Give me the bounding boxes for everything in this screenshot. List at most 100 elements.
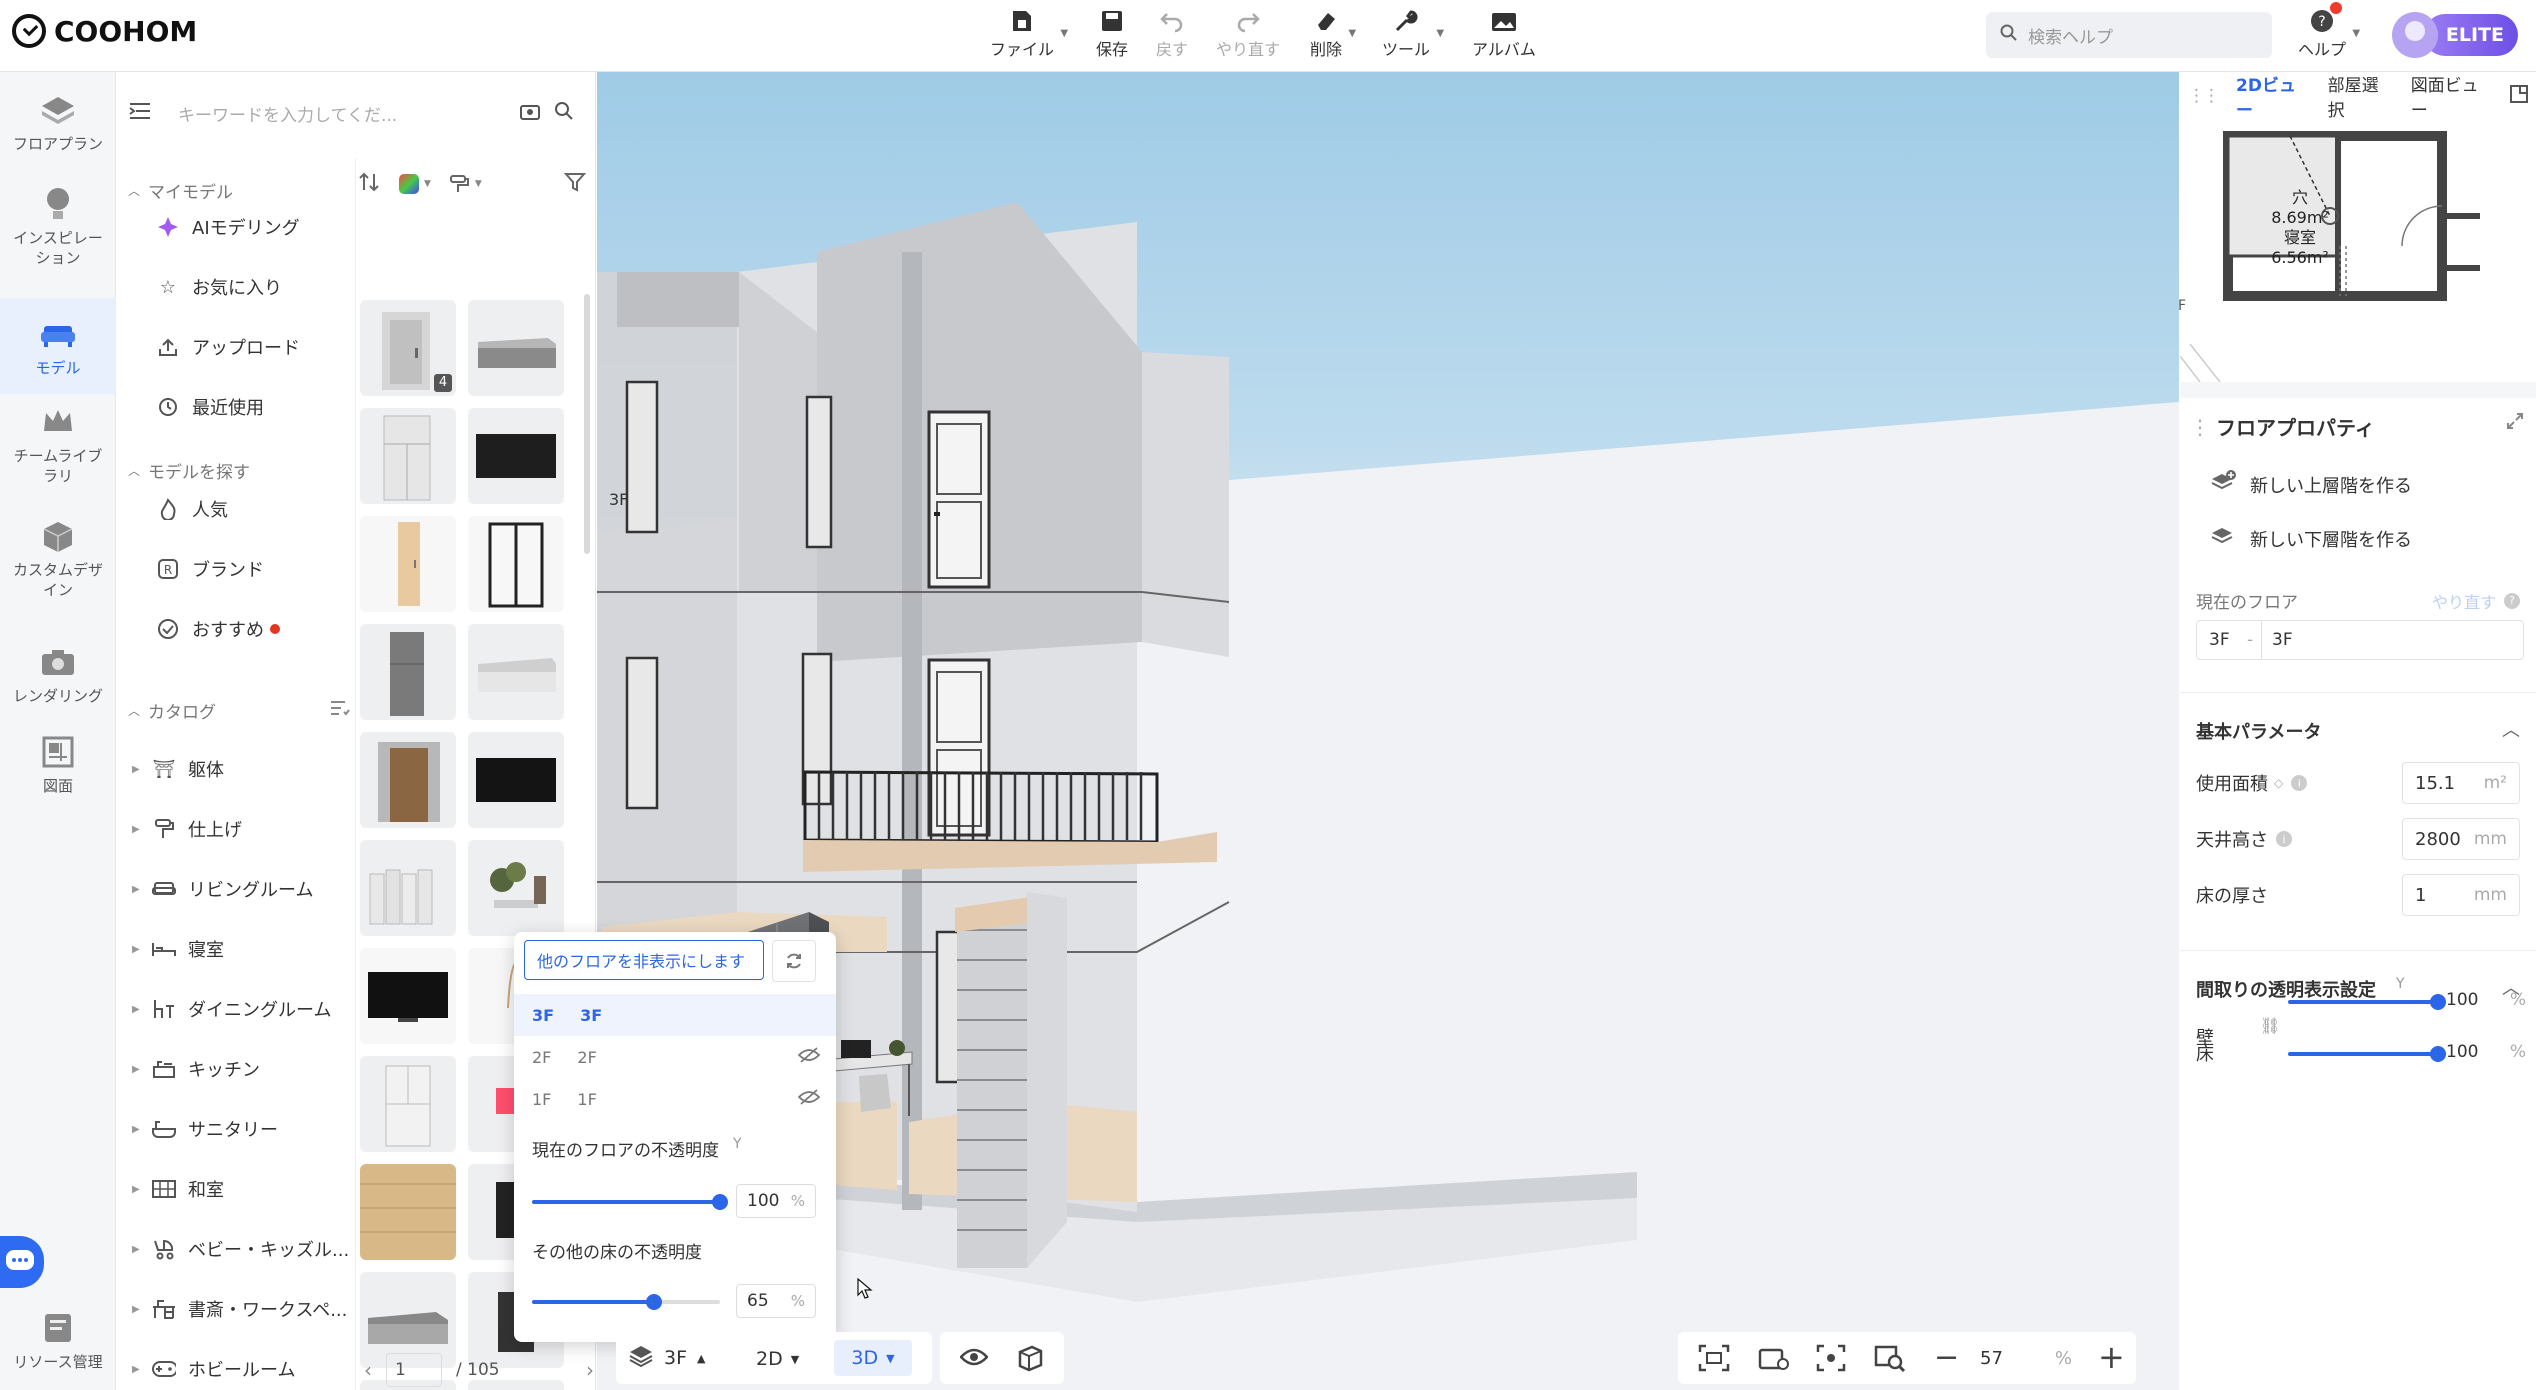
ceiling-height-input[interactable]: 2800 mm [2402,818,2520,860]
find-models-header[interactable]: ︿ モデルを探す [128,458,250,483]
catalog-header[interactable]: ︿ カタログ [128,698,350,723]
rail-item-inspiration[interactable]: インスピレーション [0,184,116,268]
model-thumbnail[interactable] [468,408,564,504]
nav-catalog-dining[interactable]: ダイニングルーム [152,996,331,1022]
hide-other-floors-button[interactable]: 他のフロアを非表示にします [524,940,764,980]
rail-item-model[interactable]: モデル [0,298,116,394]
style-filter-icon[interactable]: ▼ [449,173,482,195]
current-floor-select[interactable]: 3F - 3F [2196,620,2524,660]
prev-page-icon[interactable]: ‹ [364,1358,372,1382]
sort-icon[interactable] [358,171,380,198]
model-thumbnail[interactable] [360,624,456,720]
model-thumbnail[interactable] [468,300,564,396]
floorplan-minimap[interactable] [2180,116,2536,382]
file-menu-button[interactable]: ファイル ▼ [990,6,1068,60]
model-thumbnail[interactable] [360,1164,456,1260]
redo-button[interactable]: やり直す [1216,6,1280,60]
nav-upload[interactable]: アップロード [156,334,300,360]
nav-catalog-living[interactable]: リビングルーム [152,876,313,902]
wall-transparency-slider[interactable] [2288,994,2446,1010]
image-search-icon[interactable] [520,102,540,125]
collapse-panel-icon[interactable] [128,100,154,127]
model-thumbnail[interactable] [468,732,564,828]
tab-drawing-view[interactable]: 図面ビュー [2411,71,2492,121]
chat-support-button[interactable] [0,1236,44,1288]
model-thumbnail[interactable] [360,408,456,504]
cube-view-icon[interactable] [1016,1344,1044,1377]
floor-transparency-input[interactable]: 100% [2446,1036,2526,1068]
next-page-icon[interactable]: › [586,1358,594,1382]
floor-selector[interactable]: 3F ▲ [628,1340,738,1376]
drag-handle-icon[interactable]: ⋮ [2190,415,2210,439]
model-thumbnail[interactable] [468,624,564,720]
wall-transparency-input[interactable]: 100% [2446,984,2526,1016]
eye-hidden-icon[interactable] [797,1089,821,1109]
nav-favorites[interactable]: ☆ お気に入り [156,274,282,300]
nav-catalog-hobby[interactable]: ホビールーム [152,1356,295,1382]
nav-catalog-baby-kids[interactable]: ベビー・キッズル... [152,1236,349,1262]
model-thumbnail[interactable] [468,516,564,612]
redo-link[interactable]: やり直す [2432,589,2496,613]
zoom-in-icon[interactable]: + [2098,1338,2125,1376]
save-button[interactable]: 保存 [1096,6,1128,60]
model-thumbnail[interactable] [360,516,456,612]
undo-button[interactable]: 戻す [1156,6,1188,60]
tab-room-select[interactable]: 部屋選択 [2328,71,2393,121]
new-lower-floor-button[interactable]: 新しい下層階を作る [2210,524,2534,553]
zoom-level-input[interactable]: 57% [1970,1340,2082,1376]
link-icon[interactable]: ⛓ [2260,1016,2280,1035]
floor-row-1f[interactable]: 1F 1F [514,1078,836,1120]
search-icon[interactable] [554,101,574,126]
floor-row-3f[interactable]: 3F 3F [514,994,836,1036]
model-thumbnail[interactable] [468,840,564,936]
floor-row-2f[interactable]: 2F 2F [514,1036,836,1078]
nav-catalog-bedroom[interactable]: 寝室 [152,936,224,962]
model-thumbnail[interactable] [360,1056,456,1152]
model-thumbnail[interactable]: 4 [360,300,456,396]
current-floor-opacity-input[interactable]: 100% [736,1184,816,1218]
other-floor-opacity-slider[interactable] [532,1294,720,1310]
model-thumbnail[interactable] [360,840,456,936]
area-input[interactable]: 15.1 m² [2402,762,2520,804]
collapse-icon[interactable] [2510,84,2529,108]
delete-button[interactable]: 削除 ▼ [1310,6,1356,60]
album-button[interactable]: アルバム [1472,6,1536,60]
nav-brand[interactable]: R ブランド [156,556,264,582]
rail-item-custom-design[interactable]: カスタムデザイン [0,516,116,600]
view-3d-button[interactable]: 3D ▼ [834,1340,912,1376]
grid-scrollbar[interactable] [584,294,590,554]
eye-hidden-icon[interactable] [797,1047,821,1067]
current-floor-opacity-slider[interactable] [532,1194,728,1210]
focus-icon[interactable] [1816,1344,1846,1377]
help-search-input[interactable]: 検索ヘルプ [1986,12,2272,58]
elite-badge[interactable]: ELITE [2424,14,2518,56]
nav-popular[interactable]: 人気 [156,496,228,522]
zoom-area-icon[interactable] [1874,1344,1906,1377]
view-2d-button[interactable]: 2D ▼ [756,1342,816,1376]
tab-2d-view[interactable]: 2Dビュー [2236,71,2310,121]
floor-transparency-slider[interactable] [2288,1046,2446,1062]
tools-menu-button[interactable]: ツール ▼ [1382,6,1444,60]
nav-catalog-sanitary[interactable]: サニタリー [152,1116,278,1142]
nav-recent[interactable]: 最近使用 [156,394,264,420]
camera-settings-icon[interactable] [1758,1344,1790,1377]
rail-item-drawing[interactable]: 図面 [0,732,116,796]
nav-ai-modeling[interactable]: AIモデリング [156,214,300,240]
model-thumbnail[interactable] [360,948,456,1044]
model-thumbnail[interactable] [360,732,456,828]
new-upper-floor-button[interactable]: 新しい上層階を作る [2210,470,2534,499]
refresh-button[interactable] [772,940,816,982]
fit-view-icon[interactable] [1698,1344,1730,1377]
my-models-header[interactable]: ︿ マイモデル [128,178,233,203]
rail-item-resources[interactable]: リソース管理 [0,1308,116,1372]
nav-recommended[interactable]: おすすめ [156,616,280,642]
eye-icon[interactable] [959,1345,989,1374]
nav-catalog-kitchen[interactable]: キッチン [152,1056,260,1082]
rail-item-rendering[interactable]: レンダリング [0,642,116,706]
zoom-out-icon[interactable]: − [1934,1340,1959,1375]
rail-item-team-library[interactable]: チームライブラリ [0,402,116,486]
other-floor-opacity-input[interactable]: 65% [736,1284,816,1318]
floor-thickness-input[interactable]: 1 mm [2402,874,2520,916]
rail-item-floorplan[interactable]: フロアプラン [0,90,116,154]
nav-catalog-study[interactable]: 書斎・ワークスペ... [152,1296,347,1322]
